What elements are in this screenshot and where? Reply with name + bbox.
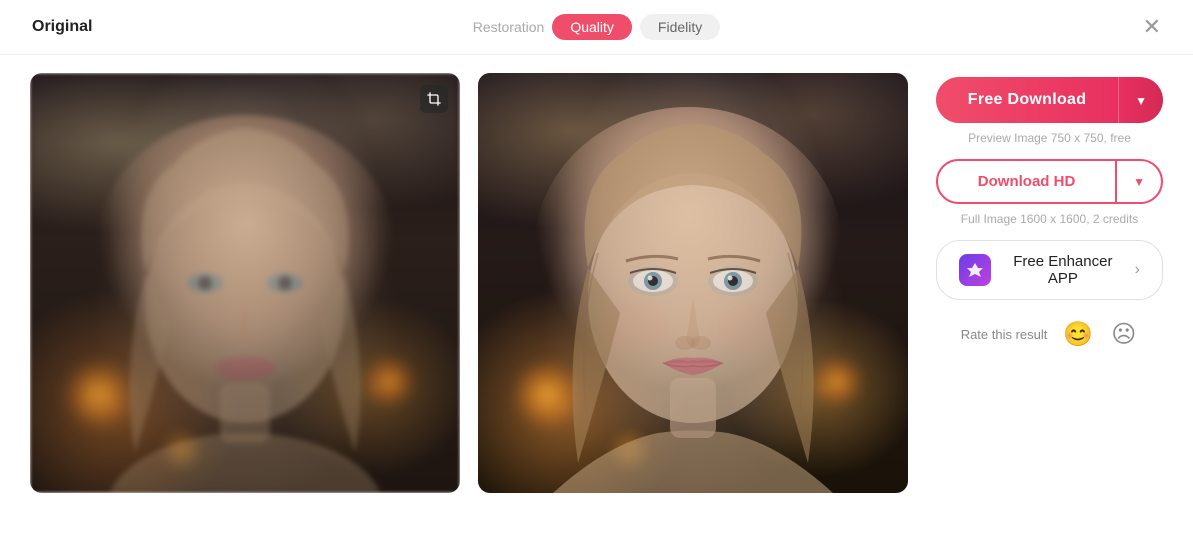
original-text: Original (32, 18, 92, 35)
enhancer-app-button[interactable]: Free Enhancer APP › (936, 240, 1163, 300)
dropdown-arrow-icon: ▼ (1135, 94, 1147, 108)
sad-icon: ☹ (1111, 321, 1136, 348)
thumbs-down-button[interactable]: ☹ (1109, 318, 1138, 351)
free-download-button[interactable]: Free Download (936, 77, 1118, 123)
quality-tab[interactable]: Quality (552, 14, 632, 40)
enhanced-image-panel (478, 73, 908, 493)
main-content: Free Download ▼ Preview Image 750 x 750,… (0, 55, 1193, 511)
full-image-info-text: Full Image 1600 x 1600, 2 credits (961, 212, 1138, 226)
restoration-toggle: Restoration Quality Fidelity (473, 14, 721, 40)
close-button[interactable]: ✕ (1143, 16, 1161, 38)
download-hd-dropdown[interactable]: ▼ (1117, 159, 1163, 204)
enhancer-app-label: Free Enhancer APP (1001, 253, 1125, 287)
sidebar: Free Download ▼ Preview Image 750 x 750,… (926, 73, 1163, 351)
happy-icon: 😊 (1063, 321, 1093, 348)
header: Original Restoration Quality Fidelity ✕ (0, 0, 1193, 55)
rate-label: Rate this result (961, 327, 1048, 342)
original-label: Original (32, 18, 232, 36)
preview-info: Preview Image 750 x 750, free (936, 131, 1163, 145)
app-icon (959, 254, 991, 286)
original-image (30, 73, 460, 493)
fidelity-tab[interactable]: Fidelity (640, 14, 720, 40)
chevron-right-icon: › (1135, 261, 1140, 279)
free-download-row: Free Download ▼ (936, 77, 1163, 123)
dropdown-hd-arrow-icon: ▼ (1133, 175, 1145, 189)
free-download-label: Free Download (968, 91, 1087, 108)
download-hd-button[interactable]: Download HD (936, 159, 1117, 204)
app-logo-icon (965, 260, 985, 280)
original-image-panel (30, 73, 460, 493)
enhanced-image (478, 73, 908, 493)
free-download-dropdown[interactable]: ▼ (1118, 77, 1163, 123)
download-hd-row: Download HD ▼ (936, 159, 1163, 204)
crop-button[interactable] (420, 85, 448, 113)
restoration-label: Restoration (473, 19, 545, 35)
header-right: ✕ (961, 16, 1161, 38)
thumbs-up-button[interactable]: 😊 (1061, 318, 1095, 351)
download-hd-label: Download HD (978, 173, 1076, 190)
full-image-info: Full Image 1600 x 1600, 2 credits (936, 212, 1163, 226)
crop-icon (426, 91, 442, 107)
close-icon: ✕ (1143, 14, 1161, 39)
rate-section: Rate this result 😊 ☹ (936, 318, 1163, 351)
preview-info-text: Preview Image 750 x 750, free (968, 131, 1131, 145)
